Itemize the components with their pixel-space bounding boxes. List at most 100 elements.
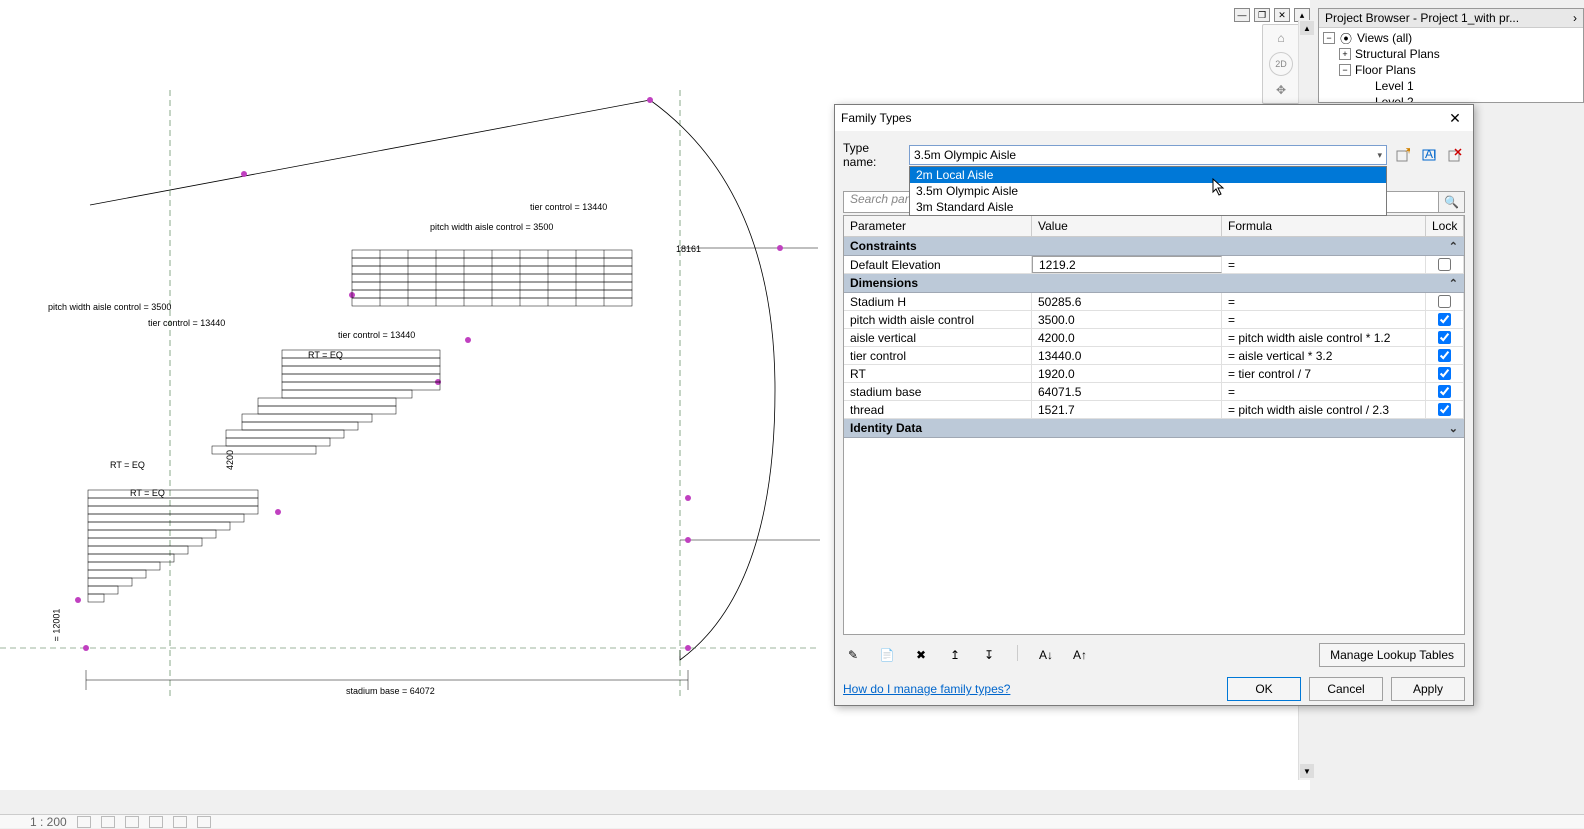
chevron-right-icon[interactable]: ›: [1573, 11, 1577, 25]
lock-checkbox[interactable]: [1438, 331, 1451, 344]
cell-formula[interactable]: =: [1222, 256, 1426, 273]
cell-value[interactable]: 13440.0: [1032, 347, 1222, 364]
label-18161: 18161: [676, 244, 701, 254]
group-label: Identity Data: [850, 421, 922, 435]
nav-pan-icon[interactable]: ✥: [1269, 78, 1293, 102]
lock-checkbox[interactable]: [1438, 295, 1451, 308]
navigation-cube[interactable]: ⌂ 2D ✥: [1262, 24, 1300, 104]
table-row[interactable]: tier control 13440.0 = aisle vertical * …: [844, 347, 1464, 365]
sort-asc-icon[interactable]: A↓: [1036, 645, 1056, 665]
svg-text:AI: AI: [1425, 148, 1436, 161]
header-value[interactable]: Value: [1032, 216, 1222, 236]
tree-node-structural[interactable]: + Structural Plans: [1323, 46, 1579, 62]
type-name-label: Type name:: [843, 141, 903, 169]
lock-checkbox[interactable]: [1438, 349, 1451, 362]
sb-icon[interactable]: [101, 816, 115, 828]
label-rt-eq-1: RT = EQ: [308, 350, 343, 360]
cell-formula[interactable]: = tier control / 7: [1222, 365, 1426, 382]
lock-checkbox[interactable]: [1438, 403, 1451, 416]
restore-icon[interactable]: ❐: [1254, 8, 1270, 22]
help-link[interactable]: How do I manage family types?: [843, 682, 1010, 696]
cell-param: stadium base: [844, 383, 1032, 400]
dropdown-option-2m[interactable]: 2m Local Aisle: [910, 167, 1386, 183]
table-header: Parameter Value Formula Lock: [844, 216, 1464, 237]
cell-param: Default Elevation: [844, 256, 1032, 273]
table-row[interactable]: aisle vertical 4200.0 = pitch width aisl…: [844, 329, 1464, 347]
lock-checkbox[interactable]: [1438, 258, 1451, 271]
cell-value[interactable]: 3500.0: [1032, 311, 1222, 328]
tree-node-level1[interactable]: Level 1: [1323, 78, 1579, 94]
move-up-icon[interactable]: ↥: [945, 645, 965, 665]
edit-icon[interactable]: ✎: [843, 645, 863, 665]
cell-value[interactable]: 1219.2: [1032, 256, 1222, 273]
cell-formula[interactable]: =: [1222, 293, 1426, 310]
header-parameter[interactable]: Parameter: [844, 216, 1032, 236]
new-param-icon[interactable]: 📄: [877, 645, 897, 665]
tree-node-views[interactable]: − ⦿ Views (all): [1323, 30, 1579, 46]
group-identity[interactable]: Identity Data ⌄: [844, 419, 1464, 438]
tree-label: Level 2: [1375, 95, 1414, 103]
table-row[interactable]: Stadium H 50285.6 =: [844, 293, 1464, 311]
label-rt-eq-2: RT = EQ: [110, 460, 145, 470]
cell-value[interactable]: 64071.5: [1032, 383, 1222, 400]
collapse-icon[interactable]: ⌃: [1449, 277, 1458, 290]
sb-icon[interactable]: [149, 816, 163, 828]
svg-text:✶: ✶: [1404, 148, 1410, 157]
tree-node-level2[interactable]: Level 2: [1323, 94, 1579, 103]
lock-checkbox[interactable]: [1438, 313, 1451, 326]
plus-icon[interactable]: +: [1339, 48, 1351, 60]
sb-icon[interactable]: [173, 816, 187, 828]
table-row[interactable]: RT 1920.0 = tier control / 7: [844, 365, 1464, 383]
cancel-button[interactable]: Cancel: [1309, 677, 1383, 701]
apply-button[interactable]: Apply: [1391, 677, 1465, 701]
cell-formula[interactable]: = pitch width aisle control / 2.3: [1222, 401, 1426, 418]
cell-formula[interactable]: =: [1222, 383, 1426, 400]
collapse-icon[interactable]: ⌃: [1449, 240, 1458, 253]
lock-checkbox[interactable]: [1438, 367, 1451, 380]
table-row[interactable]: pitch width aisle control 3500.0 =: [844, 311, 1464, 329]
sort-desc-icon[interactable]: A↑: [1070, 645, 1090, 665]
close-icon[interactable]: ✕: [1274, 8, 1290, 22]
sb-icon[interactable]: [77, 816, 91, 828]
table-row[interactable]: thread 1521.7 = pitch width aisle contro…: [844, 401, 1464, 419]
type-name-dropdown[interactable]: 3.5m Olympic Aisle ▾ 2m Local Aisle 3.5m…: [909, 145, 1387, 165]
search-icon[interactable]: 🔍: [1439, 191, 1465, 213]
dropdown-option-35m[interactable]: 3.5m Olympic Aisle: [910, 183, 1386, 199]
cell-value[interactable]: 1920.0: [1032, 365, 1222, 382]
scale-value[interactable]: 1 : 200: [30, 815, 67, 829]
sb-icon[interactable]: [125, 816, 139, 828]
header-lock[interactable]: Lock: [1426, 216, 1464, 236]
minus-icon[interactable]: −: [1323, 32, 1335, 44]
delete-param-icon[interactable]: ✖: [911, 645, 931, 665]
lock-checkbox[interactable]: [1438, 385, 1451, 398]
cell-formula[interactable]: =: [1222, 311, 1426, 328]
cell-value[interactable]: 50285.6: [1032, 293, 1222, 310]
scroll-down-icon[interactable]: ▼: [1300, 764, 1314, 778]
label-4200: 4200: [225, 450, 235, 470]
group-dimensions[interactable]: Dimensions ⌃: [844, 274, 1464, 293]
sb-icon[interactable]: [197, 816, 211, 828]
minimize-icon[interactable]: —: [1234, 8, 1250, 22]
scroll-up-icon[interactable]: ▲: [1300, 21, 1314, 35]
manage-lookup-button[interactable]: Manage Lookup Tables: [1319, 643, 1465, 667]
delete-type-icon[interactable]: [1445, 145, 1465, 165]
dropdown-option-3m[interactable]: 3m Standard Aisle: [910, 199, 1386, 215]
home-icon[interactable]: ⌂: [1269, 26, 1293, 50]
tree-node-floor[interactable]: − Floor Plans: [1323, 62, 1579, 78]
rename-type-icon[interactable]: AI: [1419, 145, 1439, 165]
table-row[interactable]: stadium base 64071.5 =: [844, 383, 1464, 401]
close-icon[interactable]: ✕: [1443, 108, 1467, 128]
ok-button[interactable]: OK: [1227, 677, 1301, 701]
header-formula[interactable]: Formula: [1222, 216, 1426, 236]
cell-formula[interactable]: = aisle vertical * 3.2: [1222, 347, 1426, 364]
group-constraints[interactable]: Constraints ⌃: [844, 237, 1464, 256]
minus-icon[interactable]: −: [1339, 64, 1351, 76]
cell-formula[interactable]: = pitch width aisle control * 1.2: [1222, 329, 1426, 346]
nav-2d-icon[interactable]: 2D: [1269, 52, 1293, 76]
cell-value[interactable]: 1521.7: [1032, 401, 1222, 418]
move-down-icon[interactable]: ↧: [979, 645, 999, 665]
cell-value[interactable]: 4200.0: [1032, 329, 1222, 346]
new-type-icon[interactable]: ✶: [1393, 145, 1413, 165]
table-row[interactable]: Default Elevation 1219.2 =: [844, 256, 1464, 274]
expand-icon[interactable]: ⌄: [1449, 422, 1458, 435]
